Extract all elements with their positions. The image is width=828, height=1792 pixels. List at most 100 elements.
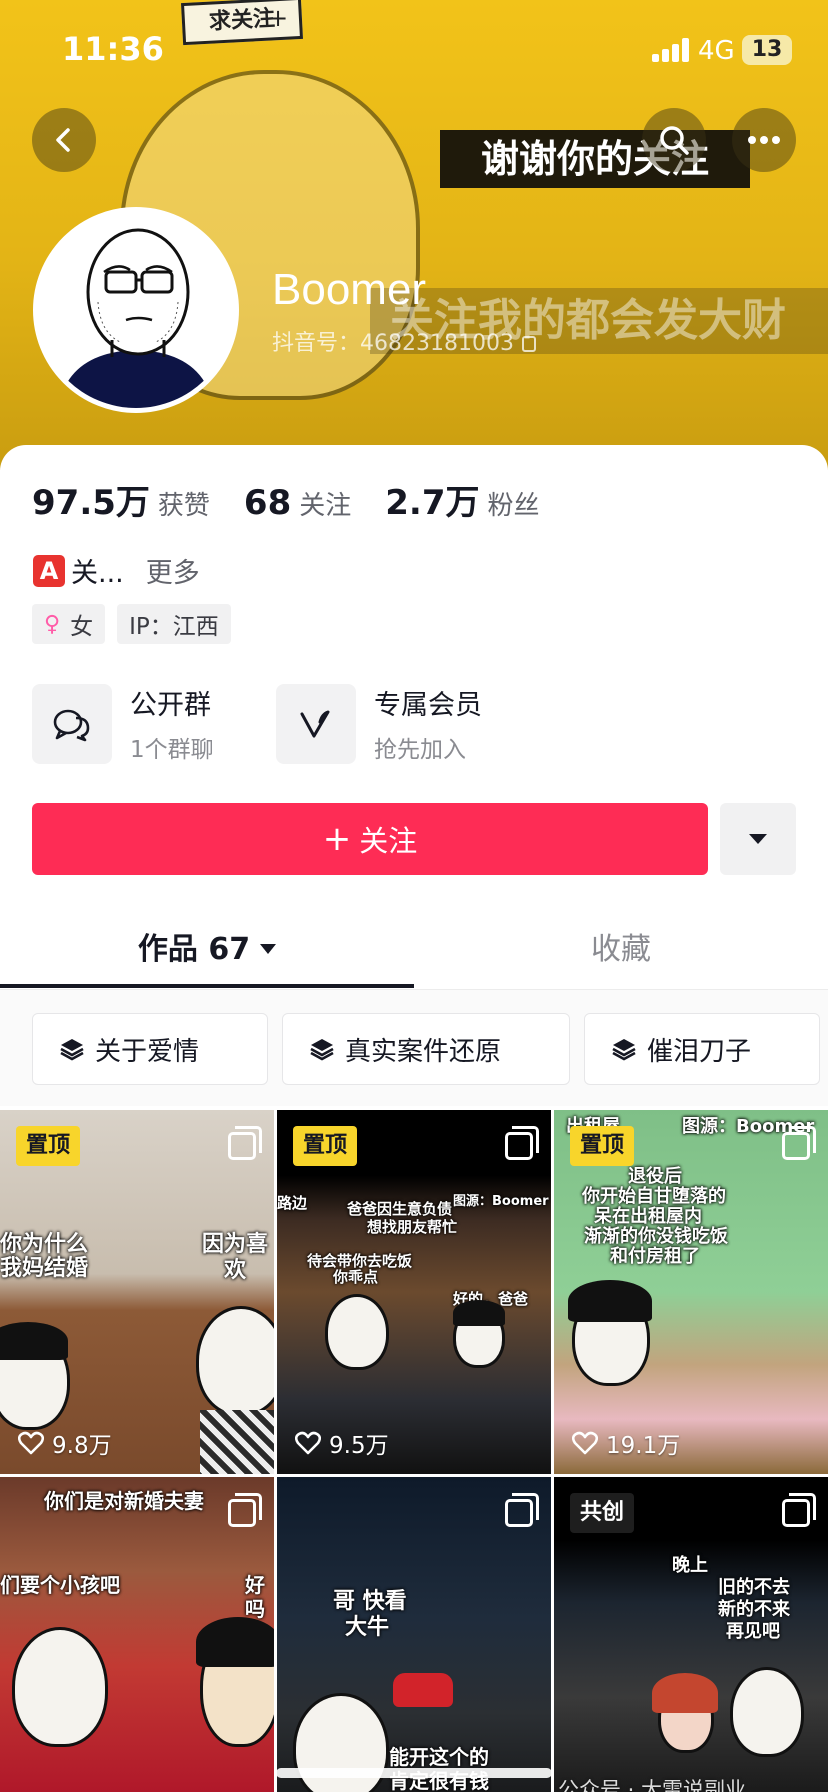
video-caption: 能开这个的 (389, 1745, 489, 1769)
video-likes: 19.1万 (572, 1426, 680, 1460)
video-thumbnail[interactable]: 出租屋 图源：Boomer 退役后 你开始自甘堕落的 呆在出租屋内 渐渐的你没钱… (554, 1110, 828, 1474)
cartoon-hair (453, 1300, 505, 1326)
chat-bubbles-icon (32, 683, 112, 764)
video-caption: 呆在出租屋内 (594, 1206, 702, 1227)
follow-button[interactable]: + 关注 (32, 803, 708, 875)
video-caption: 想找朋友帮忙 (367, 1218, 458, 1236)
layers-icon (612, 1039, 636, 1061)
public-group-title: 公开群 (130, 690, 211, 721)
multi-image-icon (228, 1126, 262, 1160)
cartoon-face (12, 1627, 108, 1747)
co-create-badge: 共创 (570, 1493, 635, 1533)
video-caption: 大牛 (345, 1615, 390, 1640)
network-type: 4G (698, 36, 735, 66)
stat-followers[interactable]: 2.7万 粉丝 (385, 475, 539, 524)
tab-collect[interactable]: 收藏 (414, 910, 828, 990)
group-entries: 公开群 1个群聊 专属会员 抢先加入 (32, 683, 520, 764)
douyin-id[interactable]: 抖音号：46823181003 (272, 325, 536, 357)
member-title: 专属会员 (374, 690, 482, 721)
heart-icon (295, 1431, 321, 1455)
multi-image-icon (782, 1126, 816, 1160)
gender-tag: ♀ 女 (32, 604, 106, 644)
ip-tag: IP：江西 (117, 604, 231, 644)
profile-tags: ♀ 女 IP：江西 (32, 604, 243, 644)
collection-bar: 关于爱情 真实案件还原 催泪刀子 (0, 990, 828, 1106)
tab-works[interactable]: 作品 67 (0, 910, 414, 990)
video-caption: 因为喜欢 (201, 1232, 268, 1284)
heart-icon (572, 1431, 598, 1455)
video-caption: 好吗 (245, 1573, 265, 1621)
bio-more-link[interactable]: 更多 (146, 551, 200, 590)
back-button[interactable] (32, 108, 96, 172)
video-thumbnail[interactable]: 你为什么 我妈结婚 因为喜欢 置顶 9.8万 (0, 1110, 274, 1474)
member-entry[interactable]: 专属会员 抢先加入 (276, 683, 520, 764)
bio-text: 关... (71, 558, 124, 589)
follow-label: 关注 (359, 824, 418, 858)
plaid-shirt (200, 1410, 274, 1474)
stat-following-label: 关注 (299, 491, 352, 521)
avatar[interactable] (33, 207, 239, 413)
a-emoji-icon: A (33, 554, 65, 587)
video-thumbnail[interactable]: 哥 快看 大牛 能开这个的 肯定很有钱 (277, 1477, 551, 1792)
pinned-badge: 置顶 (293, 1126, 358, 1166)
chevron-left-icon (56, 128, 70, 152)
stat-following-value: 68 (243, 483, 292, 523)
pinned-badge: 置顶 (16, 1126, 81, 1166)
multi-image-icon (782, 1493, 816, 1527)
collection-tearjerker[interactable]: 催泪刀子 (584, 1013, 820, 1085)
collection-real-case-label: 真实案件还原 (345, 1036, 502, 1067)
video-caption: 你们是对新婚夫妻 (44, 1489, 204, 1513)
multi-image-icon (228, 1493, 262, 1527)
video-thumbnail[interactable]: 你们是对新婚夫妻 们要个小孩吧 好吗 (0, 1477, 274, 1792)
cartoon-face (196, 1306, 274, 1416)
video-likes: 9.8万 (18, 1426, 112, 1460)
video-caption: 图源：Boomer (453, 1194, 549, 1209)
video-caption: 和付房租了 (610, 1246, 700, 1267)
collection-love[interactable]: 关于爱情 (32, 1013, 268, 1085)
search-button[interactable] (642, 108, 706, 172)
cartoon-face (325, 1294, 389, 1370)
likes-count: 9.5万 (329, 1433, 389, 1459)
caret-down-icon (260, 944, 277, 954)
cartoon-hair (568, 1280, 652, 1322)
home-indicator[interactable] (276, 1768, 552, 1778)
bio[interactable]: A 关... 更多 (33, 551, 200, 590)
status-bar: 11:36 4G 13 (0, 0, 828, 100)
likes-count: 19.1万 (606, 1433, 681, 1459)
search-icon (660, 126, 689, 155)
collection-real-case[interactable]: 真实案件还原 (282, 1013, 570, 1085)
profile-name: Boomer (272, 265, 427, 314)
recommend-dropdown-button[interactable] (720, 803, 796, 875)
video-caption: 退役后 (628, 1166, 682, 1187)
avatar-illustration (38, 212, 234, 408)
likes-count: 9.8万 (52, 1433, 112, 1459)
profile-stats: 97.5万 获赞 68 关注 2.7万 粉丝 (32, 475, 574, 524)
plus-icon: + (322, 819, 352, 859)
ip-label: IP：江西 (129, 614, 219, 640)
video-caption: 们要个小孩吧 (0, 1573, 120, 1597)
video-caption: 新的不来 (718, 1599, 790, 1620)
cartoon-hair (652, 1673, 718, 1713)
stat-following[interactable]: 68 关注 (244, 483, 351, 523)
stat-likes-label: 获赞 (157, 491, 210, 521)
stat-likes[interactable]: 97.5万 获赞 (32, 475, 210, 524)
stat-likes-value: 97.5万 (32, 483, 150, 523)
more-button[interactable] (732, 108, 796, 172)
copy-icon[interactable] (521, 336, 536, 352)
battery-icon: 13 (742, 35, 792, 65)
watermark: 公众号 · 大雷说副业 (558, 1778, 747, 1792)
public-group-entry[interactable]: 公开群 1个群聊 (32, 683, 276, 764)
v-member-icon (276, 683, 356, 764)
collection-tearjerker-label: 催泪刀子 (647, 1036, 752, 1067)
member-subtitle: 抢先加入 (374, 737, 466, 763)
video-caption: 哥 快看 (333, 1589, 407, 1614)
multi-image-icon (505, 1493, 539, 1527)
tab-works-label: 作品 67 (137, 932, 251, 967)
content-tabs: 作品 67 收藏 (0, 910, 828, 990)
stat-followers-label: 粉丝 (487, 491, 540, 521)
video-thumbnail[interactable]: 晚上 旧的不去 新的不来 再见吧 共创 (554, 1477, 828, 1792)
signal-icon (652, 38, 692, 62)
layers-icon (310, 1039, 334, 1061)
video-thumbnail[interactable]: 路边 爸爸因生意负债 想找朋友帮忙 图源：Boomer 待会带你去吃饭 你乖点 … (277, 1110, 551, 1474)
heart-icon (18, 1431, 44, 1455)
